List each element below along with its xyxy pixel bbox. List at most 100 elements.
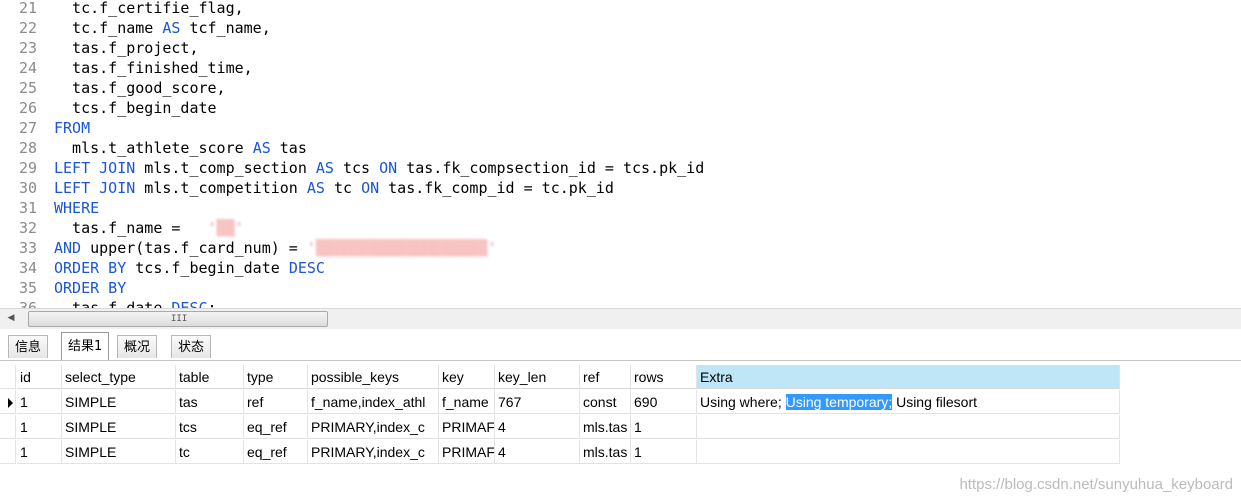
cell-possible-keys[interactable]: f_name,index_athl bbox=[308, 390, 439, 414]
sql-keyword: AS bbox=[252, 139, 271, 157]
column-header-table[interactable]: table bbox=[176, 365, 244, 389]
cell-key-len[interactable]: 4 bbox=[495, 440, 580, 464]
code-text: ORDER BY bbox=[54, 278, 126, 298]
row-indicator[interactable] bbox=[0, 415, 16, 439]
cell-key[interactable]: f_name bbox=[439, 390, 495, 414]
sql-keyword: ON bbox=[361, 179, 380, 197]
code-token: tc bbox=[324, 179, 362, 197]
sql-keyword: ON bbox=[379, 159, 398, 177]
code-text: tcs.f_begin_date bbox=[54, 98, 217, 118]
code-text: FROM bbox=[54, 118, 90, 138]
sql-keyword: WHERE bbox=[54, 199, 100, 217]
cell-table[interactable]: tas bbox=[176, 390, 244, 414]
scrollbar-thumb[interactable]: III bbox=[28, 311, 328, 327]
code-token: tas.fk_comp_id = tc.pk_id bbox=[379, 179, 614, 197]
column-header-key-len[interactable]: key_len bbox=[495, 365, 580, 389]
tab-info[interactable]: 信息 bbox=[8, 335, 49, 358]
code-text: tas.f_finished_time, bbox=[54, 58, 253, 78]
cell-id[interactable]: 1 bbox=[17, 415, 62, 439]
cell-rows[interactable]: 690 bbox=[631, 390, 697, 414]
cell-rows[interactable]: 1 bbox=[631, 440, 697, 464]
column-header-id[interactable]: id bbox=[17, 365, 62, 389]
sql-editor[interactable]: 21 tc.f_certifie_flag, 22 tc.f_name AS tc… bbox=[0, 0, 1241, 308]
cell-extra[interactable] bbox=[697, 415, 1120, 439]
code-token: tas.f_name = bbox=[54, 219, 190, 237]
cell-extra[interactable] bbox=[697, 440, 1120, 464]
cell-key-len[interactable]: 767 bbox=[495, 390, 580, 414]
cell-possible-keys[interactable]: PRIMARY,index_c bbox=[308, 440, 439, 464]
code-token: mls.t_athlete_score bbox=[54, 139, 253, 157]
code-token: tas.f_good_score, bbox=[54, 79, 226, 97]
line-number: 32 bbox=[18, 219, 37, 237]
extra-text-after: Using filesort bbox=[892, 394, 977, 410]
column-header-rows[interactable]: rows bbox=[631, 365, 697, 389]
cell-key[interactable]: PRIMAF bbox=[439, 415, 495, 439]
scrollbar-grip-icon: III bbox=[171, 314, 188, 324]
column-header-possible-keys[interactable]: possible_keys bbox=[308, 365, 439, 389]
editor-horizontal-scrollbar[interactable]: ◀ III bbox=[0, 308, 1241, 329]
code-token: tcf_name, bbox=[180, 19, 271, 37]
code-token: tcs bbox=[333, 159, 380, 177]
line-number: 25 bbox=[18, 79, 37, 97]
column-header-type[interactable]: type bbox=[244, 365, 308, 389]
line-number: 34 bbox=[18, 259, 37, 277]
cell-select-type[interactable]: SIMPLE bbox=[62, 390, 176, 414]
cell-id[interactable]: 1 bbox=[17, 440, 62, 464]
code-token: tc.f_name bbox=[54, 19, 163, 37]
cell-key-len[interactable]: 4 bbox=[495, 415, 580, 439]
code-token: tcs.f_begin_date bbox=[54, 99, 217, 117]
line-number: 24 bbox=[18, 59, 37, 77]
scroll-left-arrow-icon[interactable]: ◀ bbox=[4, 311, 18, 325]
code-text: tas.f_name = '▒▒' bbox=[54, 218, 244, 238]
cell-id[interactable]: 1 bbox=[17, 390, 62, 414]
tab-overview[interactable]: 概况 bbox=[117, 335, 158, 358]
cell-table[interactable]: tc bbox=[176, 440, 244, 464]
code-token: upper(tas.f_card_num) = bbox=[81, 239, 307, 257]
sql-keyword: AS bbox=[162, 19, 181, 37]
sql-keyword: DESC bbox=[288, 259, 325, 277]
code-text: LEFT JOIN mls.t_comp_section AS tcs ON t… bbox=[54, 158, 704, 178]
cell-type[interactable]: eq_ref bbox=[244, 440, 308, 464]
cell-extra[interactable]: Using where; Using temporary; Using file… bbox=[697, 390, 1120, 414]
cell-ref[interactable]: const bbox=[580, 390, 631, 414]
code-token: mls.t_competition bbox=[135, 179, 307, 197]
line-number: 21 bbox=[18, 0, 37, 17]
cell-ref[interactable]: mls.tas bbox=[580, 440, 631, 464]
cell-ref[interactable]: mls.tas bbox=[580, 415, 631, 439]
column-header-extra[interactable]: Extra bbox=[697, 365, 1120, 389]
code-token: tas.f_date bbox=[54, 299, 172, 308]
code-text: AND upper(tas.f_card_num) = '▒▒▒▒▒▒▒▒▒▒▒… bbox=[54, 238, 497, 258]
cell-rows[interactable]: 1 bbox=[631, 415, 697, 439]
code-text: ORDER BY tcs.f_begin_date DESC bbox=[54, 258, 325, 278]
row-indicator-header bbox=[0, 365, 16, 389]
cell-key[interactable]: PRIMAF bbox=[439, 440, 495, 464]
current-row-arrow-icon bbox=[8, 398, 13, 408]
tab-result-1[interactable]: 结果1 bbox=[61, 332, 110, 360]
sql-keyword: FROM bbox=[54, 119, 91, 137]
row-indicator[interactable] bbox=[0, 440, 16, 464]
cell-table[interactable]: tcs bbox=[176, 415, 244, 439]
column-header-ref[interactable]: ref bbox=[580, 365, 631, 389]
cell-type[interactable]: eq_ref bbox=[244, 415, 308, 439]
result-tab-bar: 信息 结果1 概况 状态 bbox=[0, 330, 1241, 361]
redacted-literal: '▒▒▒▒▒▒▒▒▒▒▒▒▒▒▒▒▒▒▒' bbox=[306, 239, 497, 257]
code-text: mls.t_athlete_score AS tas bbox=[54, 138, 307, 158]
line-number: 29 bbox=[18, 159, 37, 177]
column-header-select-type[interactable]: select_type bbox=[62, 365, 176, 389]
code-token: tcs.f_begin_date bbox=[126, 259, 289, 277]
line-number: 35 bbox=[18, 279, 37, 297]
code-text: WHERE bbox=[54, 198, 99, 218]
code-token: tas.fk_compsection_id = tcs.pk_id bbox=[397, 159, 705, 177]
code-token: tas.f_project, bbox=[54, 39, 199, 57]
cell-select-type[interactable]: SIMPLE bbox=[62, 440, 176, 464]
code-text: LEFT JOIN mls.t_competition AS tc ON tas… bbox=[54, 178, 614, 198]
cell-select-type[interactable]: SIMPLE bbox=[62, 415, 176, 439]
row-indicator[interactable] bbox=[0, 390, 16, 414]
code-text: tas.f_project, bbox=[54, 38, 199, 58]
column-header-key[interactable]: key bbox=[439, 365, 495, 389]
sql-keyword: AND bbox=[54, 239, 82, 257]
cell-possible-keys[interactable]: PRIMARY,index_c bbox=[308, 415, 439, 439]
cell-type[interactable]: ref bbox=[244, 390, 308, 414]
tab-status[interactable]: 状态 bbox=[171, 335, 212, 358]
line-number: 26 bbox=[18, 99, 37, 117]
